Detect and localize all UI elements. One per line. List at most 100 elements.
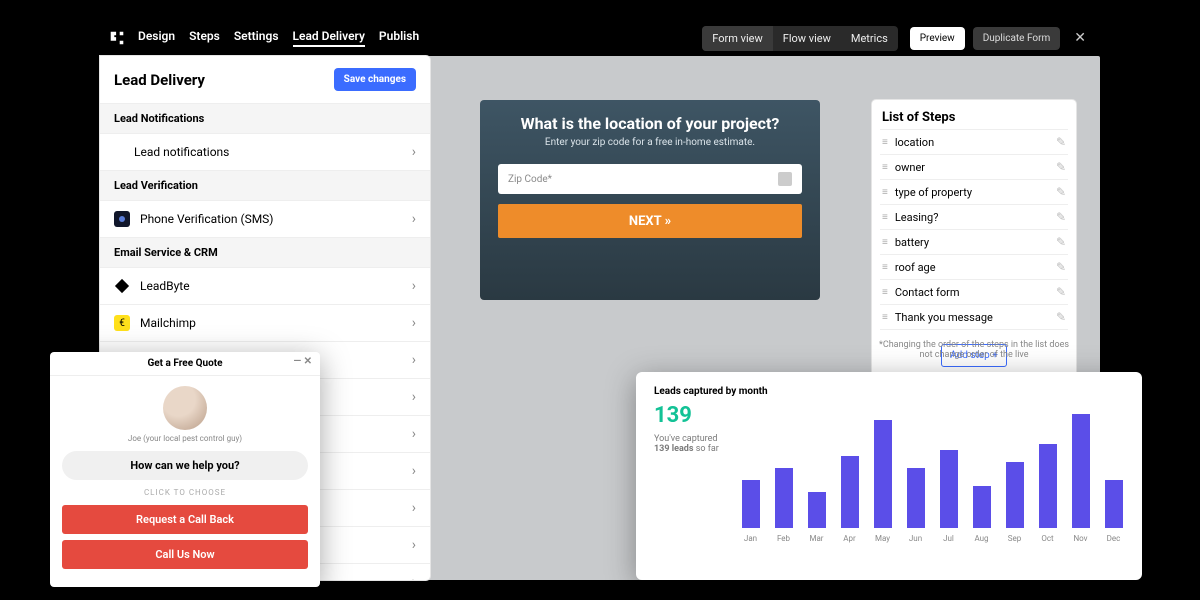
step-label: roof age [895, 261, 936, 274]
edit-icon[interactable]: ✎ [1056, 260, 1066, 274]
minimize-icon[interactable]: — [293, 356, 301, 367]
edit-icon[interactable]: ✎ [1056, 135, 1066, 149]
analytics-title: Leads captured by month [654, 386, 1124, 397]
step-row[interactable]: ≡ Leasing? ✎ [880, 204, 1068, 229]
drag-handle-icon[interactable]: ≡ [882, 237, 887, 248]
bar-column: Dec [1103, 480, 1124, 543]
form-heading: What is the location of your project? [521, 114, 780, 133]
edit-icon[interactable]: ✎ [1056, 210, 1066, 224]
steps-title: List of Steps [880, 110, 1068, 125]
drag-handle-icon[interactable]: ≡ [882, 137, 887, 148]
bar-column: Jul [938, 450, 959, 543]
tab-lead-delivery[interactable]: Lead Delivery [293, 29, 365, 47]
mailchimp-icon: € [114, 315, 130, 331]
chat-question: How can we help you? [62, 451, 308, 480]
chat-person: Joe (your local pest control guy) [50, 434, 320, 443]
bar-column: Oct [1037, 444, 1058, 543]
close-icon[interactable]: ✕ [1068, 30, 1092, 46]
tab-steps[interactable]: Steps [189, 29, 220, 47]
edit-icon[interactable]: ✎ [1056, 160, 1066, 174]
duplicate-button[interactable]: Duplicate Form [973, 27, 1061, 50]
tab-publish[interactable]: Publish [379, 29, 419, 47]
call-now-button[interactable]: Call Us Now [62, 540, 308, 569]
close-icon[interactable]: ✕ [304, 356, 312, 367]
next-button[interactable]: NEXT » [498, 204, 802, 238]
tab-design[interactable]: Design [138, 29, 175, 47]
edit-icon[interactable]: ✎ [1056, 310, 1066, 324]
view-flow[interactable]: Flow view [773, 26, 841, 51]
avatar [163, 386, 207, 430]
drag-handle-icon[interactable]: ≡ [882, 312, 887, 323]
step-row[interactable]: ≡owner✎ [880, 154, 1068, 179]
chevron-right-icon: › [412, 574, 416, 580]
request-callback-button[interactable]: Request a Call Back [62, 505, 308, 534]
row-lead-notifications[interactable]: Lead notifications › [100, 133, 430, 170]
row-label: LeadByte [140, 279, 190, 293]
tab-settings[interactable]: Settings [234, 29, 279, 47]
view-form[interactable]: Form view [702, 26, 772, 51]
edit-icon[interactable]: ✎ [1056, 285, 1066, 299]
step-row[interactable]: ≡battery✎ [880, 229, 1068, 254]
drag-handle-icon[interactable]: ≡ [882, 162, 887, 173]
bar [1039, 444, 1057, 528]
bar [907, 468, 925, 528]
chevron-right-icon: › [412, 211, 416, 227]
section-crm: Email Service & CRM [100, 237, 430, 267]
step-row[interactable]: ≡ location ✎ [880, 129, 1068, 154]
month-label: Mar [809, 534, 823, 543]
edit-icon[interactable]: ✎ [1056, 185, 1066, 199]
zip-placeholder: Zip Code* [508, 174, 552, 185]
leadbyte-icon [114, 278, 130, 294]
bar [940, 450, 958, 528]
step-label: Thank you message [895, 311, 993, 324]
step-row[interactable]: ≡ Contact form ✎ [880, 279, 1068, 304]
preview-button[interactable]: Preview [910, 27, 965, 50]
month-label: Jan [744, 534, 757, 543]
bar-column: Apr [839, 456, 860, 543]
bar [1072, 414, 1090, 528]
drag-handle-icon[interactable]: ≡ [882, 262, 887, 273]
bar [841, 456, 859, 528]
step-row[interactable]: ≡ Thank you message ✎ [880, 304, 1068, 329]
drag-handle-icon[interactable]: ≡ [882, 187, 887, 198]
bar [742, 480, 760, 528]
bar-column: Nov [1070, 414, 1091, 543]
drag-handle-icon[interactable]: ≡ [882, 287, 887, 298]
row-leadbyte[interactable]: LeadByte › [100, 267, 430, 304]
chevron-right-icon: › [412, 426, 416, 442]
chat-widget: Get a Free Quote — ✕ Joe (your local pes… [50, 352, 320, 587]
month-label: Jul [943, 534, 954, 543]
section-lead-notifications: Lead Notifications [100, 103, 430, 133]
save-button[interactable]: Save changes [334, 68, 416, 91]
row-phone-verification[interactable]: Phone Verification (SMS) › [100, 200, 430, 237]
step-row[interactable]: ≡ type of property ✎ [880, 179, 1068, 204]
app-logo-icon [108, 29, 126, 47]
bar [874, 420, 892, 528]
month-label: Sep [1008, 534, 1021, 543]
drag-handle-icon[interactable]: ≡ [882, 212, 887, 223]
section-lead-verification: Lead Verification [100, 170, 430, 200]
step-label: location [895, 136, 934, 149]
bar [808, 492, 826, 528]
step-label: type of property [895, 186, 972, 199]
chat-title: Get a Free Quote [147, 358, 222, 369]
step-label: Leasing? [895, 211, 939, 224]
row-mailchimp[interactable]: € Mailchimp › [100, 304, 430, 341]
bar [1105, 480, 1123, 528]
chevron-right-icon: › [412, 537, 416, 553]
step-row[interactable]: ≡ roof age ✎ [880, 254, 1068, 279]
zip-input[interactable]: Zip Code* [498, 164, 802, 194]
month-label: May [875, 534, 890, 543]
chevron-right-icon: › [412, 278, 416, 294]
step-label: Contact form [895, 286, 960, 299]
view-metrics[interactable]: Metrics [841, 26, 898, 51]
phone-verification-icon [114, 211, 130, 227]
month-label: Jun [909, 534, 922, 543]
panel-title: Lead Delivery [114, 71, 205, 89]
bar-column: Feb [773, 468, 794, 543]
month-label: Aug [974, 534, 988, 543]
bar-column: Aug [971, 486, 992, 543]
row-label: Phone Verification (SMS) [140, 212, 273, 226]
edit-icon[interactable]: ✎ [1056, 235, 1066, 249]
form-preview: What is the location of your project? En… [480, 100, 820, 300]
